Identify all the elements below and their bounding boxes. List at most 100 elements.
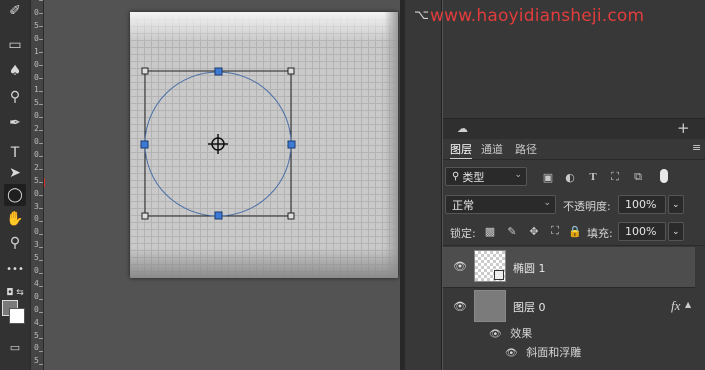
tools-panel: ✐ ▭ ♠ ⚲ ✒ T ➤ ◯ ✋ ⚲ ••• ◘ ⇆ ▭ — [0, 0, 30, 370]
dodge-icon[interactable]: ⚲ — [4, 86, 26, 108]
lock-transparent-icon[interactable]: ▩ — [483, 224, 497, 238]
fill-label: 填充: — [587, 227, 613, 240]
canvas-workspace[interactable] — [45, 0, 400, 370]
gradient-icon[interactable]: ▭ — [4, 34, 26, 56]
fx-badge[interactable]: fx — [671, 298, 680, 314]
blend-mode-select[interactable]: 正常 ⌄ — [445, 195, 556, 214]
fill-input[interactable]: 100% — [618, 222, 666, 241]
ruler-number: 0 — [34, 214, 39, 224]
ruler-tick — [39, 52, 43, 53]
ruler-number: 0 — [34, 188, 39, 198]
quick-mask-icon[interactable]: ▭ — [4, 336, 26, 358]
ruler-tick — [39, 195, 43, 196]
handle-top-left — [141, 67, 149, 75]
ruler-tick — [39, 338, 43, 339]
layer-name[interactable]: 图层 0 — [513, 299, 546, 315]
anchor-bottom — [214, 211, 223, 220]
chevron-down-icon: ⌄ — [514, 170, 522, 180]
type-icon[interactable]: T — [4, 142, 26, 164]
lock-artboard-icon[interactable]: ⛶ — [548, 224, 562, 238]
ruler-tick — [39, 104, 43, 105]
lock-image-icon[interactable]: ✎ — [505, 224, 519, 238]
ruler-tick — [39, 182, 43, 183]
ruler-tick — [39, 130, 43, 131]
ellipse-shape-overlay — [140, 67, 296, 220]
lock-label: 锁定: — [450, 227, 476, 240]
ruler-tick — [39, 169, 43, 170]
ruler-tick — [39, 208, 43, 209]
ruler-tick — [39, 234, 43, 235]
ruler-number: 0 — [34, 72, 39, 82]
filter-kind-select[interactable]: ⚲ 类型 ⌄ — [445, 167, 527, 186]
filter-pixel-icon[interactable]: ▣ — [541, 170, 555, 184]
blur-icon[interactable]: ♠ — [4, 60, 26, 82]
filter-type-icon[interactable]: T — [586, 170, 600, 184]
effect-name: 斜面和浮雕 — [526, 346, 582, 359]
ruler-tick — [39, 117, 43, 118]
ruler-number: 5 — [34, 175, 39, 185]
panel-header-bar: ☁ + — [443, 119, 705, 139]
opacity-dropdown[interactable]: ⌄ — [668, 195, 684, 214]
ruler-tick — [39, 91, 43, 92]
collapse-arrow-icon[interactable]: ▲ — [685, 300, 691, 309]
ruler-tick — [39, 351, 43, 352]
effect-item-row[interactable]: 👁 斜面和浮雕 — [505, 344, 581, 360]
ruler-number: 1 — [34, 85, 39, 95]
ruler-tick — [39, 221, 43, 222]
layer-row-layer0[interactable]: 👁 图层 0 fx ▲ — [443, 288, 695, 328]
ruler-number: 3 — [34, 201, 39, 211]
collapsed-panel-strip: ⌥ — [405, 0, 442, 370]
tab-paths[interactable]: 路径 — [515, 141, 537, 157]
chevron-down-icon: ⌄ — [672, 226, 680, 237]
ruler-number: 2 — [34, 124, 39, 134]
effects-row[interactable]: 👁 效果 — [489, 325, 532, 341]
fill-dropdown[interactable]: ⌄ — [668, 222, 684, 241]
pen-icon[interactable]: ✒ — [4, 112, 26, 134]
layer-row-ellipse[interactable]: 👁 椭圆 1 — [443, 247, 695, 287]
anchor-left — [140, 140, 149, 149]
ellipse-tool-icon[interactable]: ◯ — [4, 184, 26, 206]
path-select-icon[interactable]: ➤ — [4, 162, 26, 184]
opacity-input[interactable]: 100% — [618, 195, 666, 214]
filter-adjustment-icon[interactable]: ◐ — [563, 170, 577, 184]
ruler-tick — [39, 78, 43, 79]
anchor-right — [287, 140, 296, 149]
vertical-ruler: 0501001502002503003504004505 — [30, 0, 44, 370]
chevron-down-icon: ⌄ — [672, 199, 680, 210]
ruler-tick — [39, 143, 43, 144]
ruler-tick — [39, 299, 43, 300]
ruler-tick — [39, 0, 43, 1]
panel-menu-icon[interactable]: ≡ — [692, 141, 701, 154]
layer-name[interactable]: 椭圆 1 — [513, 260, 546, 276]
ruler-number: 0 — [34, 137, 39, 146]
filter-toggle-icon[interactable] — [660, 169, 668, 183]
visibility-eye-icon[interactable]: 👁 — [505, 348, 518, 359]
hand-icon[interactable]: ✋ — [4, 208, 26, 230]
ruler-tick — [39, 156, 43, 157]
more-tools-icon[interactable]: ••• — [4, 258, 26, 280]
ruler-tick — [39, 13, 43, 14]
zoom-icon[interactable]: ⚲ — [4, 232, 26, 254]
handle-bottom-right — [287, 212, 295, 220]
lock-position-icon[interactable]: ✥ — [527, 224, 541, 238]
add-icon[interactable]: + — [677, 119, 690, 137]
visibility-eye-icon[interactable]: 👁 — [489, 329, 502, 340]
background-color-swatch[interactable] — [9, 308, 25, 324]
ruler-number: 0 — [34, 111, 39, 121]
ruler-tick — [39, 325, 43, 326]
effects-label: 效果 — [510, 327, 533, 340]
fill-value: 100% — [625, 225, 657, 238]
tab-channels[interactable]: 通道 — [481, 141, 503, 157]
chevron-down-icon: ⌄ — [543, 198, 551, 208]
visibility-eye-icon[interactable]: 👁 — [453, 260, 467, 273]
filter-shape-icon[interactable]: ⛶ — [608, 170, 622, 184]
eraser-icon[interactable]: ✐ — [4, 0, 26, 22]
ruler-number: 2 — [34, 162, 39, 172]
opacity-value: 100% — [625, 198, 657, 211]
opacity-label: 不透明度: — [563, 200, 611, 213]
lock-all-icon[interactable]: 🔒 — [568, 224, 582, 238]
visibility-eye-icon[interactable]: 👁 — [453, 300, 467, 313]
cloud-icon[interactable]: ☁ — [457, 122, 473, 135]
filter-smart-object-icon[interactable]: ⧉ — [631, 170, 645, 184]
tab-layers[interactable]: 图层 — [450, 141, 472, 160]
